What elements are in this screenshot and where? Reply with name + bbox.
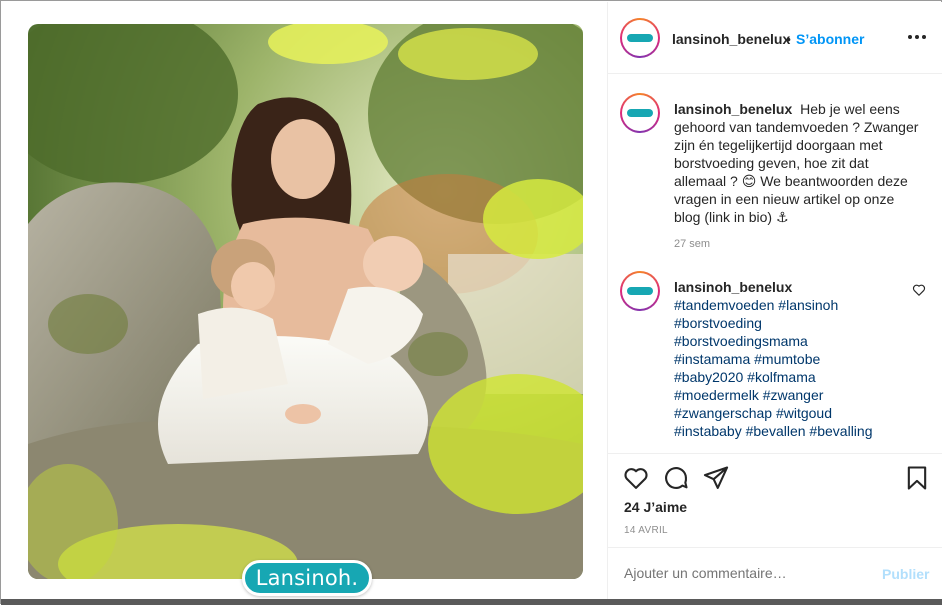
hashtag-text-block: lansinoh_benelux #tandemvoeden #lansinoh… [674, 278, 924, 440]
comment-input[interactable] [624, 565, 864, 581]
hashtag-line[interactable]: #instamama #mumtobe [674, 350, 924, 368]
caption-avatar[interactable] [620, 93, 660, 133]
comment-username[interactable]: lansinoh_benelux [674, 278, 920, 296]
follow-separator: • [786, 31, 791, 47]
post-sidebar: lansinoh_benelux • S’abonner lansinoh_be… [607, 2, 942, 599]
small-heart-icon[interactable] [912, 283, 926, 297]
hashtag-line[interactable]: #moedermelk #zwanger [674, 386, 924, 404]
likes-count[interactable]: 24 J’aime [624, 499, 687, 515]
lansinoh-logo-icon [627, 109, 653, 117]
comments-list: lansinoh_benelux Heb je wel eens gehoord… [608, 75, 942, 453]
post-actions: 24 J’aime 14 AVRIL [608, 453, 942, 547]
caption-text-block: lansinoh_benelux Heb je wel eens gehoord… [674, 100, 924, 253]
follow-button[interactable]: S’abonner [796, 31, 864, 47]
post-media-panel: Lansinoh. [2, 2, 606, 599]
post-date[interactable]: 14 AVRIL [624, 525, 668, 536]
lansinoh-logo-icon [627, 34, 653, 42]
lansinoh-logo-badge: Lansinoh. [242, 560, 372, 596]
post-photo[interactable] [28, 24, 583, 579]
account-avatar[interactable] [620, 18, 660, 58]
instagram-post-window: Lansinoh. lansinoh_benelux • S’abonner l… [0, 0, 942, 605]
comment-avatar[interactable] [620, 271, 660, 311]
hashtag-line[interactable]: #baby2020 #kolfmama [674, 368, 924, 386]
comment-icon[interactable] [662, 464, 690, 492]
caption-username[interactable]: lansinoh_benelux [674, 101, 792, 117]
heart-icon[interactable] [622, 464, 650, 492]
paper-plane-icon[interactable] [702, 464, 730, 492]
hashtag-line[interactable]: #borstvoedingsmama [674, 332, 924, 350]
caption-comment: lansinoh_benelux Heb je wel eens gehoord… [620, 93, 930, 263]
hashtag-line[interactable]: #borstvoeding [674, 314, 924, 332]
hashtag-comment: lansinoh_benelux #tandemvoeden #lansinoh… [620, 271, 930, 441]
add-comment-bar: Publier [608, 547, 942, 599]
header-username[interactable]: lansinoh_benelux [672, 31, 790, 47]
more-options-icon[interactable] [908, 29, 928, 45]
caption-text: Heb je wel eens gehoord van tandemvoeden… [674, 101, 919, 225]
bookmark-icon[interactable] [903, 464, 931, 492]
photo-illustration [28, 24, 583, 579]
hashtag-line[interactable]: #instababy #bevallen #bevalling [674, 422, 924, 440]
hashtag-line[interactable]: #tandemvoeden #lansinoh [674, 296, 924, 314]
post-header: lansinoh_benelux • S’abonner [608, 2, 942, 74]
lansinoh-logo-icon [627, 287, 653, 295]
hashtag-line[interactable]: #zwangerschap #witgoud [674, 404, 924, 422]
caption-time[interactable]: 27 sem [674, 235, 924, 253]
publish-button[interactable]: Publier [882, 566, 929, 582]
background-strip [1, 599, 942, 605]
